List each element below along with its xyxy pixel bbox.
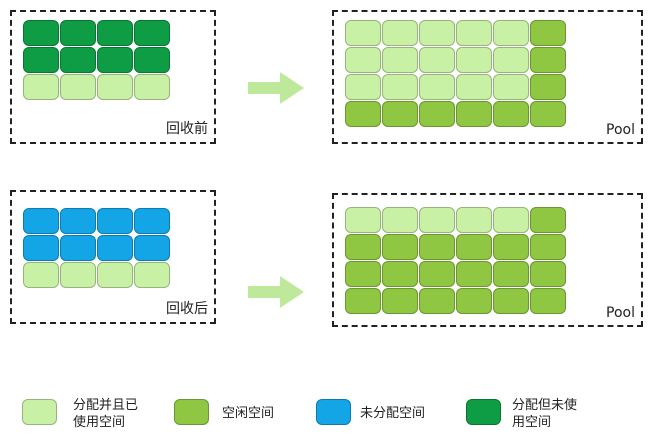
memory-block-allocated-used	[345, 20, 381, 46]
memory-block-allocated-unused	[134, 47, 170, 73]
panel-label-pool-bottom: Pool	[606, 305, 635, 321]
memory-block-free	[456, 234, 492, 260]
legend-label-allocated-used: 分配并且已 使用空间	[73, 398, 139, 430]
panel-label-pool-top: Pool	[606, 122, 635, 138]
memory-block-free	[493, 234, 529, 260]
memory-block-free	[382, 288, 418, 314]
memory-block-allocated-used	[60, 262, 96, 288]
legend-swatch-allocated-used	[22, 399, 57, 425]
memory-block-allocated-unused	[97, 47, 133, 73]
memory-block-free	[382, 261, 418, 287]
memory-block-free	[530, 261, 566, 287]
panel-label-before: 回收前	[166, 121, 208, 137]
memory-block-allocated-used	[419, 207, 455, 233]
memory-block-allocated-used	[97, 74, 133, 100]
memory-block-free	[530, 74, 566, 100]
memory-block-unallocated	[60, 208, 96, 234]
legend-label-free: 空闲空间	[222, 406, 275, 421]
legend-label-allocated-unused: 分配但未使 用空间	[512, 398, 578, 430]
memory-block-unallocated	[97, 235, 133, 261]
memory-block-allocated-used	[23, 74, 59, 100]
memory-block-free	[419, 101, 455, 127]
memory-block-allocated-unused	[23, 47, 59, 73]
arrow-right-icon	[248, 276, 304, 308]
memory-block-allocated-unused	[23, 20, 59, 46]
memory-block-free	[345, 234, 381, 260]
panel-before-recycle: 回收前	[10, 10, 216, 144]
memory-block-allocated-used	[382, 20, 418, 46]
memory-block-free	[530, 47, 566, 73]
memory-block-allocated-used	[419, 47, 455, 73]
memory-block-unallocated	[23, 208, 59, 234]
memory-block-allocated-unused	[97, 20, 133, 46]
memory-block-allocated-used	[456, 74, 492, 100]
memory-block-free	[493, 101, 529, 127]
memory-block-allocated-used	[97, 262, 133, 288]
panel-pool-bottom: Pool	[332, 193, 643, 327]
panel-pool-top: Pool	[332, 10, 643, 144]
memory-block-unallocated	[60, 235, 96, 261]
memory-block-allocated-used	[456, 207, 492, 233]
memory-block-unallocated	[134, 235, 170, 261]
memory-block-free	[456, 101, 492, 127]
memory-block-free	[530, 20, 566, 46]
memory-block-allocated-used	[345, 47, 381, 73]
memory-block-allocated-used	[382, 74, 418, 100]
memory-block-allocated-used	[456, 47, 492, 73]
memory-block-allocated-unused	[134, 20, 170, 46]
memory-block-allocated-unused	[60, 20, 96, 46]
legend-swatch-allocated-unused	[466, 399, 501, 425]
memory-block-free	[419, 288, 455, 314]
memory-block-allocated-used	[419, 74, 455, 100]
legend-swatch-unallocated	[316, 399, 351, 425]
memory-block-allocated-used	[23, 262, 59, 288]
memory-block-free	[493, 261, 529, 287]
arrow-right-icon	[248, 72, 304, 104]
memory-block-free	[530, 101, 566, 127]
memory-block-free	[345, 288, 381, 314]
memory-block-allocated-used	[493, 20, 529, 46]
memory-block-allocated-used	[456, 20, 492, 46]
legend-swatch-free	[174, 399, 209, 425]
panel-after-recycle: 回收后	[10, 190, 216, 324]
memory-block-allocated-used	[493, 74, 529, 100]
legend-label-unallocated: 未分配空间	[360, 406, 426, 421]
panel-label-after: 回收后	[166, 301, 208, 317]
memory-block-free	[382, 234, 418, 260]
memory-block-free	[493, 288, 529, 314]
memory-block-allocated-used	[382, 47, 418, 73]
memory-block-free	[382, 101, 418, 127]
memory-block-free	[345, 101, 381, 127]
memory-block-free	[530, 234, 566, 260]
memory-block-allocated-used	[134, 262, 170, 288]
memory-block-allocated-used	[382, 207, 418, 233]
memory-block-allocated-unused	[60, 47, 96, 73]
memory-block-free	[345, 261, 381, 287]
memory-block-free	[530, 288, 566, 314]
memory-block-allocated-used	[345, 207, 381, 233]
memory-pool-diagram: 回收前 Pool 回收后 Pool 分配并且已 使用空间 空闲空间 未分配空间 …	[0, 0, 653, 443]
memory-block-free	[456, 261, 492, 287]
memory-block-allocated-used	[60, 74, 96, 100]
memory-block-allocated-used	[493, 207, 529, 233]
memory-block-allocated-used	[493, 47, 529, 73]
memory-block-free	[419, 261, 455, 287]
grid-before-recycle	[23, 20, 170, 100]
memory-block-allocated-used	[134, 74, 170, 100]
memory-block-unallocated	[97, 208, 133, 234]
grid-pool-bottom	[345, 207, 566, 314]
memory-block-allocated-used	[419, 20, 455, 46]
memory-block-unallocated	[134, 208, 170, 234]
grid-pool-top	[345, 20, 566, 127]
memory-block-unallocated	[23, 235, 59, 261]
memory-block-free	[419, 234, 455, 260]
memory-block-free	[456, 288, 492, 314]
memory-block-allocated-used	[345, 74, 381, 100]
grid-after-recycle	[23, 208, 170, 288]
memory-block-free	[530, 207, 566, 233]
